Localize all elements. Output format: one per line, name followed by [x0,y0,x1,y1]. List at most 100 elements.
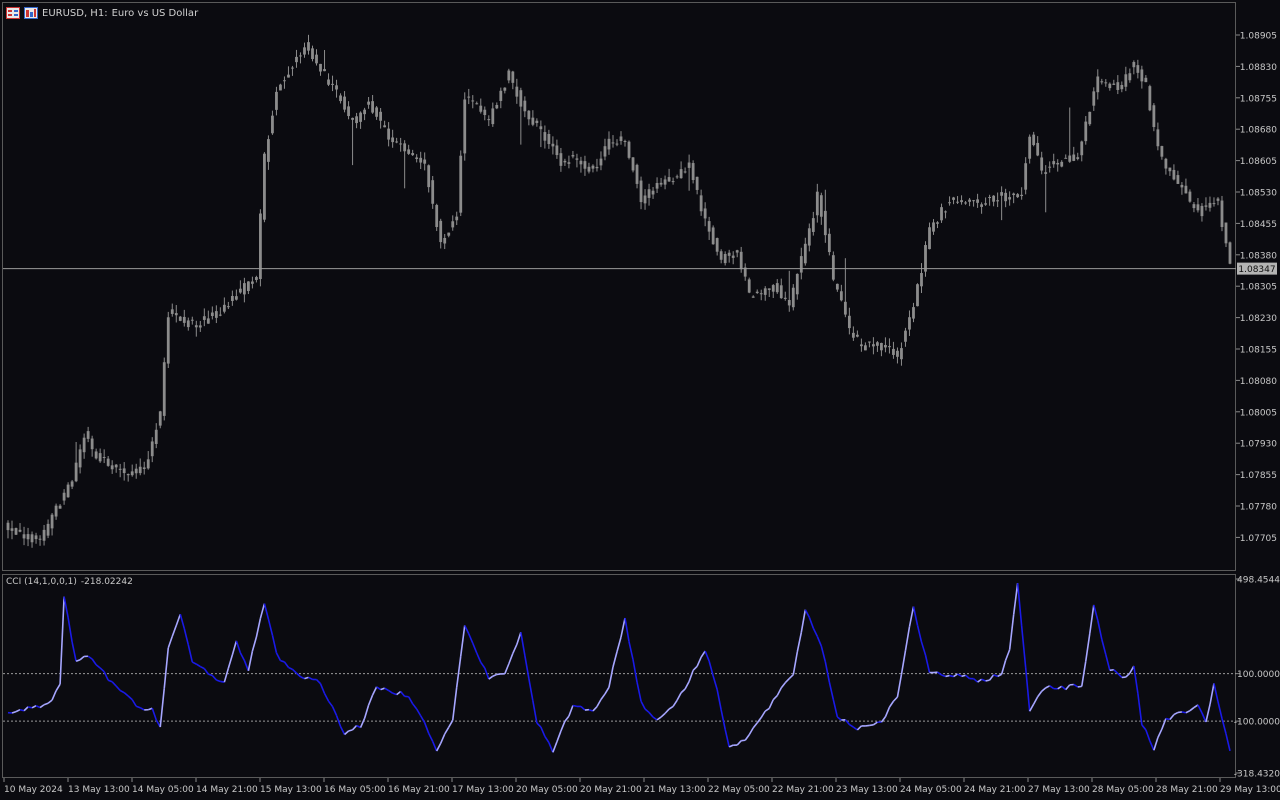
candle-body [431,180,435,204]
candle-body [275,91,278,110]
candle-body [255,277,258,280]
candle-body [126,474,130,476]
candle-body [94,451,98,459]
candle-body [1220,200,1224,228]
candle [166,311,170,369]
price-tick-label: 1.08905 [1240,32,1277,42]
candle-body [70,481,74,487]
time-tick-label: 28 May 05:00 [1092,785,1154,795]
candle [162,357,166,421]
candle-body [319,63,322,72]
candle-body [611,142,615,144]
candle-body [90,438,94,450]
candle-body [888,346,891,348]
candle-body [787,300,791,306]
candle-body [1052,161,1056,165]
candle-body [343,96,346,110]
candle-body [423,159,427,164]
candle-body [555,145,559,156]
cci-segment [945,674,950,678]
candle-body [1184,185,1188,194]
candle-body [884,344,887,348]
candle-body [114,464,118,468]
chart-symbol-label: EURUSD, H1: [42,7,108,19]
depth-of-market-icon[interactable] [24,7,38,19]
candle-body [703,208,707,219]
candle-body [30,534,34,543]
candle-body [1128,73,1132,81]
candle-body [1208,202,1212,208]
candle-body [291,67,294,69]
cci-tick-label: -100.0000 [1234,718,1280,728]
price-tick-label: 1.08755 [1240,94,1277,104]
candle-body [827,233,831,253]
candle-body [539,126,543,130]
candle-body [859,344,863,347]
candle-body [551,143,555,147]
candle-body [403,143,407,152]
price-tick-label: 1.07930 [1240,440,1277,450]
candle-body [531,117,535,125]
candle-body [559,153,563,166]
trade-panel-icon[interactable] [6,7,20,19]
candle-body [1200,205,1204,217]
price-tick-label: 1.08080 [1240,377,1277,387]
candle-body [988,197,992,199]
candle-body [651,190,655,195]
candle-body [687,162,691,168]
candle-body [615,143,619,145]
candle-body [287,74,290,78]
candle-body [391,137,395,143]
candle-body [711,227,715,245]
price-chart[interactable]: 1.08905 1.08830 1.08755 1.08680 1.08605 1.085… [0,0,1280,800]
candle-body [751,296,755,298]
candle-body [1112,83,1116,85]
price-tick-label: 1.07780 [1240,503,1277,513]
time-tick-label: 14 May 05:00 [132,785,194,795]
candle-body [595,166,599,169]
candle-body [904,330,907,342]
candle-body [771,285,775,292]
cci-segment [1165,717,1171,721]
candle-body [226,306,230,308]
candle [711,225,715,245]
cci-segment [1177,711,1183,714]
candle-body [1080,141,1084,156]
candle-body [695,176,699,190]
candle-body [847,315,851,329]
candle-body [1188,191,1192,202]
time-tick-label: 14 May 21:00 [196,785,258,795]
candle [279,83,282,91]
candle-body [607,138,611,150]
candle-body [747,279,751,293]
candle-body [815,191,819,216]
candle-body [106,458,110,466]
candle-body [807,228,811,246]
candle-body [679,169,683,179]
candle-body [1148,86,1152,111]
candle-body [263,153,266,220]
candle-body [1104,82,1108,84]
time-tick-label: 15 May 13:00 [260,785,322,795]
candle-body [186,320,190,328]
candle-body [900,348,903,360]
candle-body [583,161,587,169]
candle-body [102,456,106,458]
candle-body [411,153,415,156]
candle-body [435,205,439,228]
candle [1220,195,1224,232]
candle-body [1024,163,1028,190]
candle-body [130,471,134,476]
candle-body [323,69,326,72]
candle-body [427,165,431,188]
candle-body [1144,77,1148,83]
candle-body [443,237,447,244]
candle-body [663,179,667,185]
candle-body [1168,167,1172,172]
candle-body [795,273,799,295]
candle-body [659,182,663,185]
candle-body [1072,154,1076,161]
candle-body [154,429,158,444]
candle-body [82,437,86,453]
candle-body [980,204,983,207]
